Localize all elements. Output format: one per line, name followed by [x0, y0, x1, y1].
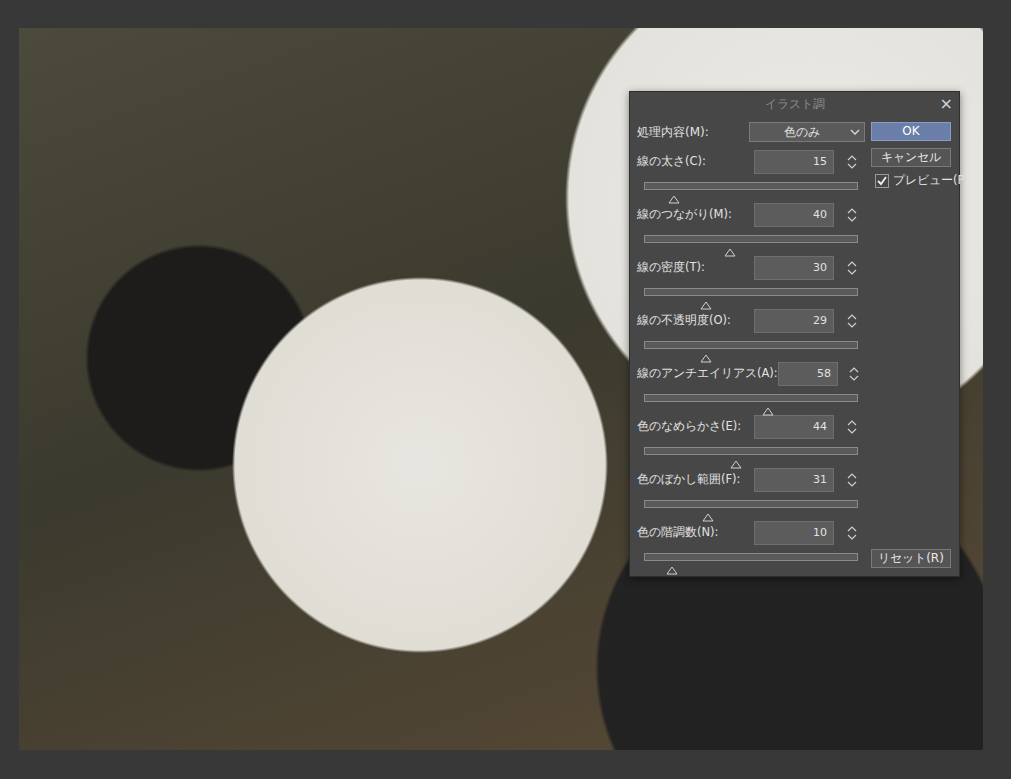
- arrow-up-icon: [847, 260, 857, 268]
- thumb-triangle-icon: [724, 248, 736, 257]
- mode-select[interactable]: 色のみ: [749, 122, 865, 142]
- thumb-triangle-icon: [666, 566, 678, 575]
- slider[interactable]: [644, 553, 858, 570]
- slider-thumb[interactable]: [700, 349, 712, 358]
- slider-track[interactable]: [644, 288, 858, 296]
- value-field[interactable]: 58: [778, 362, 838, 386]
- cancel-button[interactable]: キャンセル: [871, 148, 951, 167]
- slider-track[interactable]: [644, 182, 858, 190]
- spinner[interactable]: [845, 154, 859, 170]
- slider-track[interactable]: [644, 394, 858, 402]
- slider[interactable]: [644, 341, 858, 358]
- mode-value: 色のみ: [754, 123, 850, 141]
- arrow-up-icon: [847, 472, 857, 480]
- arrow-up-icon: [847, 207, 857, 215]
- slider[interactable]: [644, 235, 858, 252]
- close-button[interactable]: ×: [940, 92, 953, 116]
- slider-label: 線の密度(T):: [637, 259, 754, 276]
- arrow-down-icon: [847, 321, 857, 329]
- spinner[interactable]: [845, 260, 859, 276]
- slider[interactable]: [644, 447, 858, 464]
- slider-group: 線の太さ(C):15: [637, 150, 864, 203]
- mode-label: 処理内容(M):: [637, 123, 709, 141]
- arrow-down-icon: [849, 374, 859, 382]
- slider-track[interactable]: [644, 500, 858, 508]
- slider-label: 色のなめらかさ(E):: [637, 418, 754, 435]
- slider-track[interactable]: [644, 553, 858, 561]
- value-field[interactable]: 44: [754, 415, 834, 439]
- arrow-up-icon: [847, 525, 857, 533]
- slider[interactable]: [644, 182, 858, 199]
- slider-group: 線のつながり(M):40: [637, 203, 864, 256]
- slider-thumb[interactable]: [702, 508, 714, 517]
- slider-thumb[interactable]: [724, 243, 736, 252]
- reset-button[interactable]: リセット(R): [871, 549, 951, 568]
- arrow-down-icon: [847, 215, 857, 223]
- slider-group: 線のアンチエイリアス(A):58: [637, 362, 864, 415]
- ok-button[interactable]: OK: [871, 122, 951, 141]
- dialog-title: イラスト調: [765, 92, 825, 116]
- arrow-down-icon: [847, 427, 857, 435]
- slider-thumb[interactable]: [700, 296, 712, 305]
- thumb-triangle-icon: [730, 460, 742, 469]
- spinner[interactable]: [845, 419, 859, 435]
- value-field[interactable]: 30: [754, 256, 834, 280]
- spinner[interactable]: [845, 207, 859, 223]
- arrow-up-icon: [849, 366, 859, 374]
- spinner[interactable]: [845, 525, 859, 541]
- slider-thumb[interactable]: [668, 190, 680, 199]
- arrow-up-icon: [847, 419, 857, 427]
- spinner[interactable]: [849, 366, 859, 382]
- slider[interactable]: [644, 394, 858, 411]
- thumb-triangle-icon: [668, 195, 680, 204]
- spinner[interactable]: [845, 313, 859, 329]
- slider-group: 色のぼかし範囲(F):31: [637, 468, 864, 521]
- value-field[interactable]: 40: [754, 203, 834, 227]
- spinner[interactable]: [845, 472, 859, 488]
- slider-track[interactable]: [644, 341, 858, 349]
- slider-group: 色の階調数(N):10: [637, 521, 864, 574]
- arrow-down-icon: [847, 533, 857, 541]
- thumb-triangle-icon: [702, 513, 714, 522]
- slider-label: 線の不透明度(O):: [637, 312, 754, 329]
- checkmark-icon: [876, 175, 888, 187]
- preview-label: プレビュー(P): [893, 172, 969, 189]
- slider-track[interactable]: [644, 235, 858, 243]
- slider-track[interactable]: [644, 447, 858, 455]
- slider-group: 色のなめらかさ(E):44: [637, 415, 864, 468]
- preview-checkbox[interactable]: プレビュー(P): [871, 172, 951, 189]
- value-field[interactable]: 31: [754, 468, 834, 492]
- illustration-dialog[interactable]: イラスト調×処理内容(M):色のみ線の太さ(C):15線のつながり(M):40線…: [629, 91, 960, 577]
- slider-thumb[interactable]: [762, 402, 774, 411]
- arrow-up-icon: [847, 154, 857, 162]
- title-bar: イラスト調 ×: [630, 92, 959, 116]
- arrow-down-icon: [847, 268, 857, 276]
- slider-label: 色の階調数(N):: [637, 524, 754, 541]
- slider-thumb[interactable]: [730, 455, 742, 464]
- slider-thumb[interactable]: [666, 561, 678, 570]
- slider-label: 線のアンチエイリアス(A):: [637, 365, 778, 382]
- slider-label: 線の太さ(C):: [637, 153, 754, 170]
- mode-row: 処理内容(M): 色のみ: [637, 122, 864, 142]
- slider-group: 線の不透明度(O):29: [637, 309, 864, 362]
- slider-label: 色のぼかし範囲(F):: [637, 471, 754, 488]
- value-field[interactable]: 15: [754, 150, 834, 174]
- checkbox[interactable]: [875, 174, 889, 188]
- arrow-down-icon: [847, 162, 857, 170]
- slider-label: 線のつながり(M):: [637, 206, 754, 223]
- thumb-triangle-icon: [700, 354, 712, 363]
- value-field[interactable]: 10: [754, 521, 834, 545]
- chevron-down-icon: [850, 128, 860, 136]
- slider-group: 線の密度(T):30: [637, 256, 864, 309]
- slider[interactable]: [644, 500, 858, 517]
- arrow-down-icon: [847, 480, 857, 488]
- slider[interactable]: [644, 288, 858, 305]
- value-field[interactable]: 29: [754, 309, 834, 333]
- thumb-triangle-icon: [700, 301, 712, 310]
- thumb-triangle-icon: [762, 407, 774, 416]
- arrow-up-icon: [847, 313, 857, 321]
